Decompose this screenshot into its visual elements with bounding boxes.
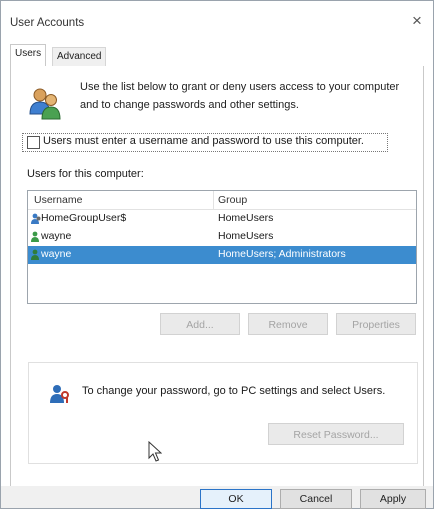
window-title: User Accounts	[10, 17, 85, 29]
group-cell: HomeUsers	[218, 212, 274, 224]
user-key-icon	[50, 385, 69, 403]
remove-button[interactable]: Remove	[248, 313, 328, 335]
reset-password-button[interactable]: Reset Password...	[268, 423, 404, 445]
tab-strip: Users Advanced	[10, 44, 424, 67]
users-icon	[29, 88, 61, 120]
users-list-caption: Users for this computer:	[27, 168, 144, 180]
table-row[interactable]: HomeGroupUser$ HomeUsers	[28, 210, 416, 228]
table-row[interactable]: wayne HomeUsers	[28, 228, 416, 246]
close-icon[interactable]: ×	[412, 11, 422, 31]
cancel-button[interactable]: Cancel	[280, 489, 352, 509]
listview-header: Username Group	[28, 191, 416, 210]
group-cell: HomeUsers; Administrators	[218, 248, 346, 260]
password-instructions: To change your password, go to PC settin…	[82, 385, 386, 397]
tab-users[interactable]: Users	[10, 44, 47, 67]
column-divider	[213, 191, 214, 209]
properties-button[interactable]: Properties	[336, 313, 416, 335]
apply-button[interactable]: Apply	[360, 489, 426, 509]
users-listview[interactable]: Username Group HomeGroupUser$ HomeUsers …	[27, 190, 417, 304]
require-password-label[interactable]: Users must enter a username and password…	[43, 135, 364, 147]
column-header-username[interactable]: Username	[34, 194, 82, 206]
user-icon	[31, 213, 41, 224]
group-cell: HomeUsers	[218, 230, 274, 242]
table-row-selected[interactable]: wayne HomeUsers; Administrators	[28, 246, 416, 264]
tab-advanced[interactable]: Advanced	[52, 47, 107, 66]
username-cell: wayne	[41, 230, 72, 242]
add-button[interactable]: Add...	[160, 313, 240, 335]
password-groupbox	[28, 362, 418, 464]
require-password-checkbox[interactable]	[27, 136, 40, 149]
intro-text: Use the list below to grant or deny user…	[80, 81, 400, 111]
require-password-option[interactable]: Users must enter a username and password…	[22, 133, 388, 152]
ok-button[interactable]: OK	[200, 489, 272, 509]
mouse-cursor-icon	[148, 441, 162, 462]
username-cell: HomeGroupUser$	[41, 212, 127, 224]
user-icon	[31, 249, 39, 260]
user-icon	[31, 231, 39, 242]
column-header-group[interactable]: Group	[218, 194, 247, 206]
username-cell: wayne	[41, 248, 72, 260]
